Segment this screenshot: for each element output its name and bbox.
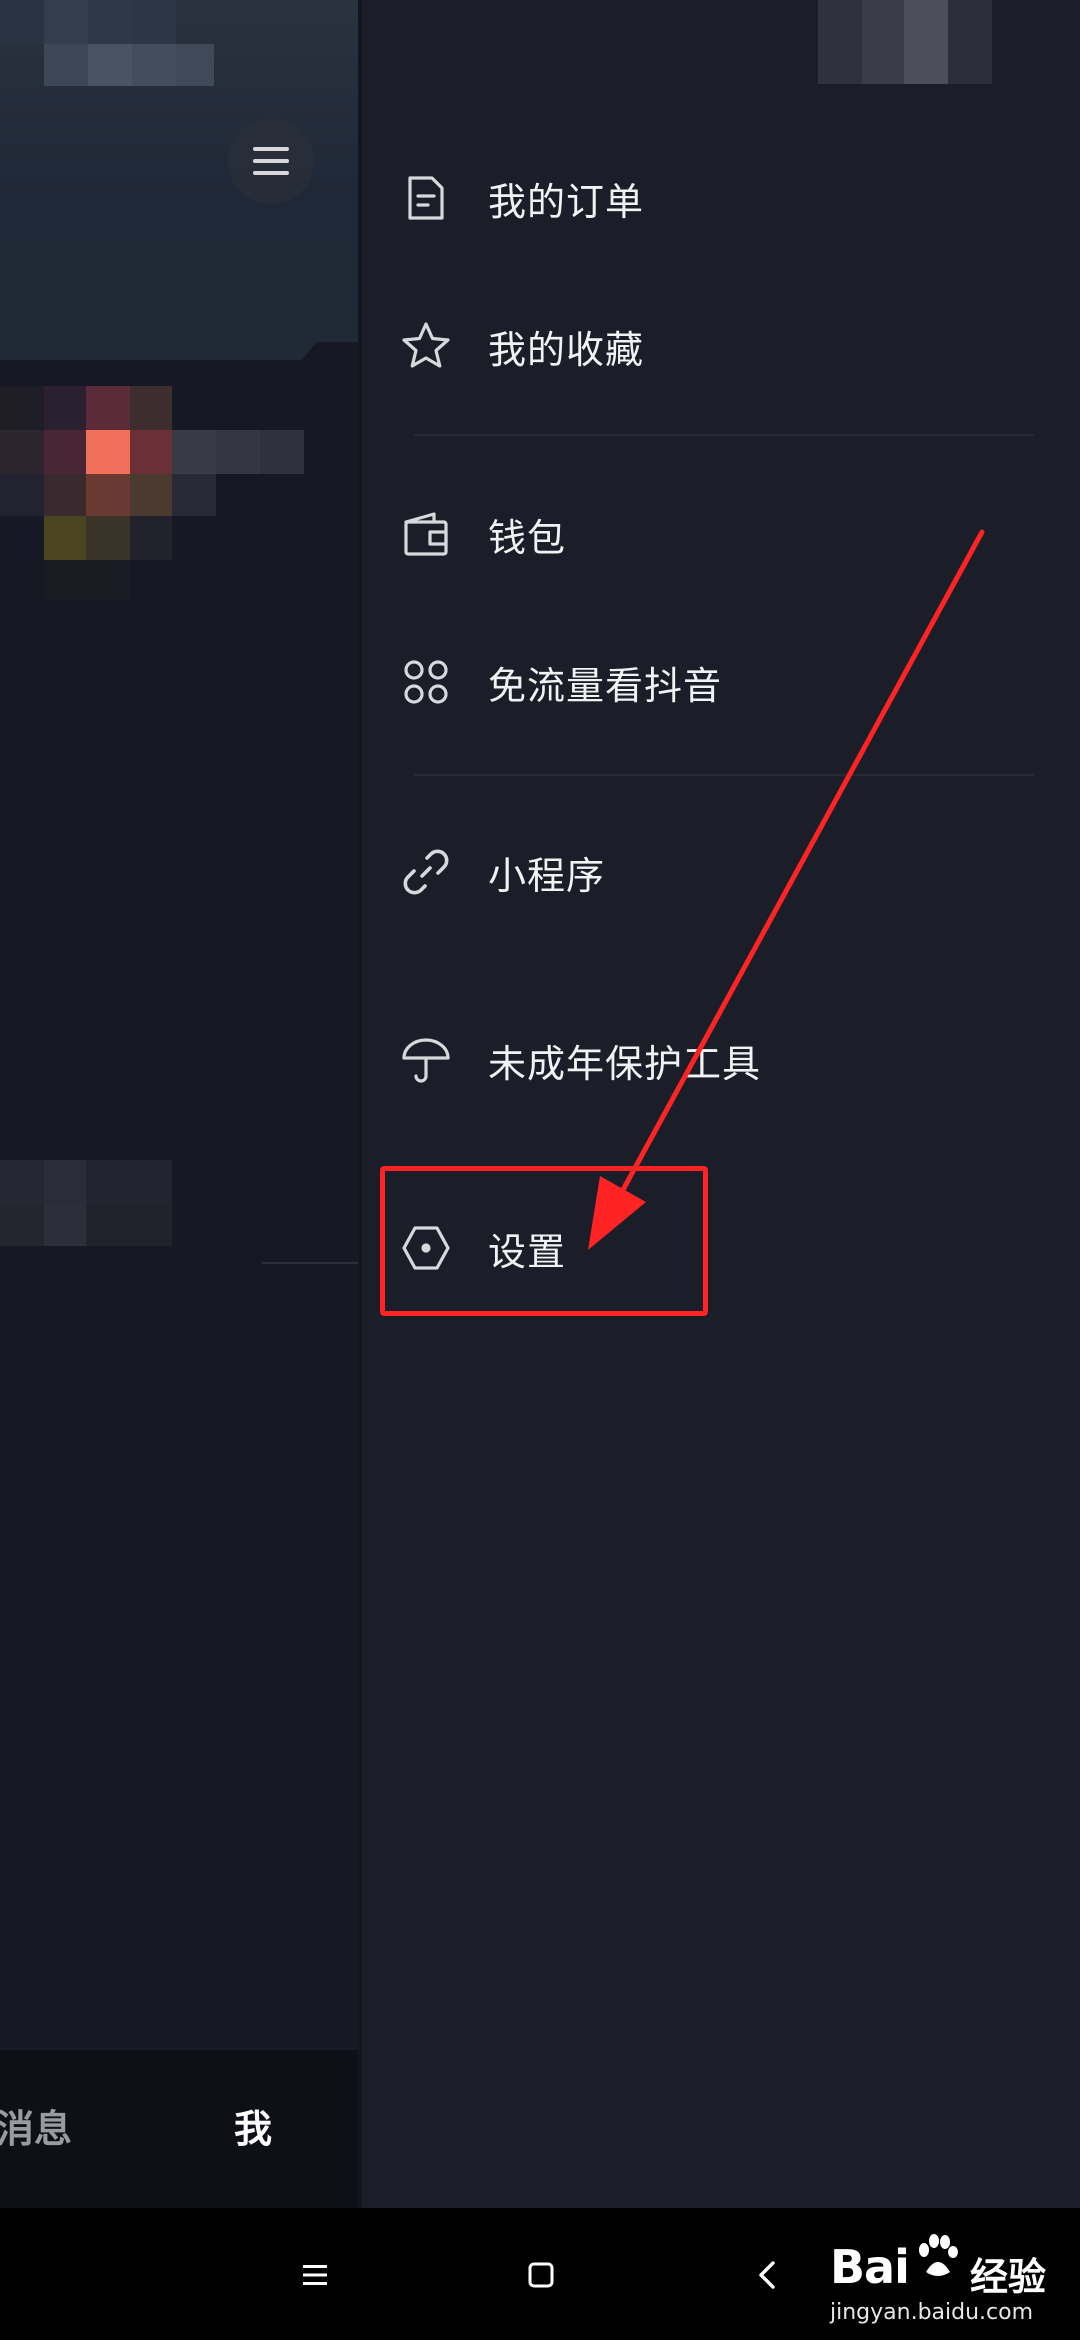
text-mosaic (44, 1160, 86, 1204)
menu-lines-icon (303, 2265, 327, 2285)
avatar-mosaic (44, 516, 86, 560)
drawer-top-mosaic (904, 0, 948, 84)
menu-item-label: 我的收藏 (488, 327, 645, 372)
tab-messages[interactable]: 消息 (0, 2098, 72, 2153)
menu-item-mini-programs[interactable]: 小程序 (394, 812, 1034, 932)
drawer-top-mosaic (818, 0, 862, 84)
divider-line (262, 1262, 362, 1264)
avatar-mosaic (130, 516, 172, 560)
avatar-mosaic (86, 430, 130, 474)
section-divider (414, 774, 1034, 776)
paw-icon (919, 2234, 958, 2276)
watermark-url: jingyan.baidu.com (830, 2300, 1034, 2325)
star-icon (394, 314, 458, 378)
avatar-mosaic (44, 430, 86, 474)
square-icon (528, 2262, 554, 2288)
avatar-mosaic (44, 386, 86, 430)
text-mosaic (0, 1160, 44, 1204)
avatar-mosaic (0, 474, 44, 516)
wallet-icon (394, 502, 458, 566)
avatar-mosaic (130, 474, 172, 516)
avatar-mosaic (172, 474, 216, 516)
mosaic-block (176, 44, 214, 86)
watermark-suffix: 经验 (970, 2255, 1047, 2299)
watermark-logo-text: Bai (830, 2240, 910, 2294)
menu-item-label: 未成年保护工具 (488, 1041, 762, 1086)
menu-item-label: 小程序 (488, 853, 606, 898)
mosaic-block (88, 0, 132, 44)
annotation-highlight-box (380, 1166, 708, 1316)
avatar-mosaic (130, 386, 172, 430)
avatar-mosaic (0, 430, 44, 474)
menu-item-label: 我的订单 (488, 179, 645, 224)
menu-button[interactable] (228, 118, 314, 204)
avatar-mosaic (86, 516, 130, 560)
menu-item-wallet[interactable]: 钱包 (394, 474, 1034, 594)
link-icon (394, 840, 458, 904)
home-button[interactable] (506, 2240, 576, 2310)
background-profile-page: 消息 我 (0, 0, 362, 2208)
umbrella-icon (394, 1028, 458, 1092)
drawer-top-mosaic (862, 0, 904, 84)
avatar-mosaic (130, 430, 172, 474)
drawer-top-mosaic (948, 0, 992, 84)
menu-item-my-favorites[interactable]: 我的收藏 (394, 286, 1034, 406)
mosaic-block (88, 44, 132, 86)
avatar-mosaic (86, 386, 130, 430)
mosaic-block (0, 0, 44, 44)
avatar-mosaic (172, 430, 216, 474)
menu-item-free-data[interactable]: 免流量看抖音 (394, 622, 1034, 742)
menu-item-minor-protection[interactable]: 未成年保护工具 (394, 1000, 1034, 1120)
tab-me[interactable]: 我 (234, 2098, 272, 2153)
avatar-mosaic (216, 430, 260, 474)
avatar-mosaic (0, 386, 44, 430)
avatar-mosaic (44, 560, 130, 600)
back-button[interactable] (734, 2240, 804, 2310)
text-mosaic (86, 1160, 172, 1204)
recent-apps-button[interactable] (280, 2240, 350, 2310)
baidu-jingyan-watermark: Bai 经验 jingyan.baidu.com (820, 2232, 1070, 2332)
menu-item-my-orders[interactable]: 我的订单 (394, 138, 1034, 258)
mosaic-block (132, 44, 176, 86)
mosaic-block (132, 0, 176, 44)
text-mosaic (86, 1204, 172, 1246)
section-divider (414, 434, 1034, 436)
avatar-mosaic (44, 474, 86, 516)
avatar-mosaic (86, 474, 130, 516)
chevron-left-icon (759, 2261, 775, 2289)
grid-apps-icon (394, 650, 458, 714)
mosaic-block (44, 0, 88, 44)
text-mosaic (44, 1204, 86, 1246)
mosaic-block (44, 44, 88, 86)
text-mosaic (0, 1204, 44, 1246)
menu-item-label: 钱包 (488, 515, 567, 560)
menu-item-label: 免流量看抖音 (488, 663, 723, 708)
hamburger-icon (253, 147, 289, 175)
document-icon (394, 166, 458, 230)
avatar-mosaic (260, 430, 304, 474)
